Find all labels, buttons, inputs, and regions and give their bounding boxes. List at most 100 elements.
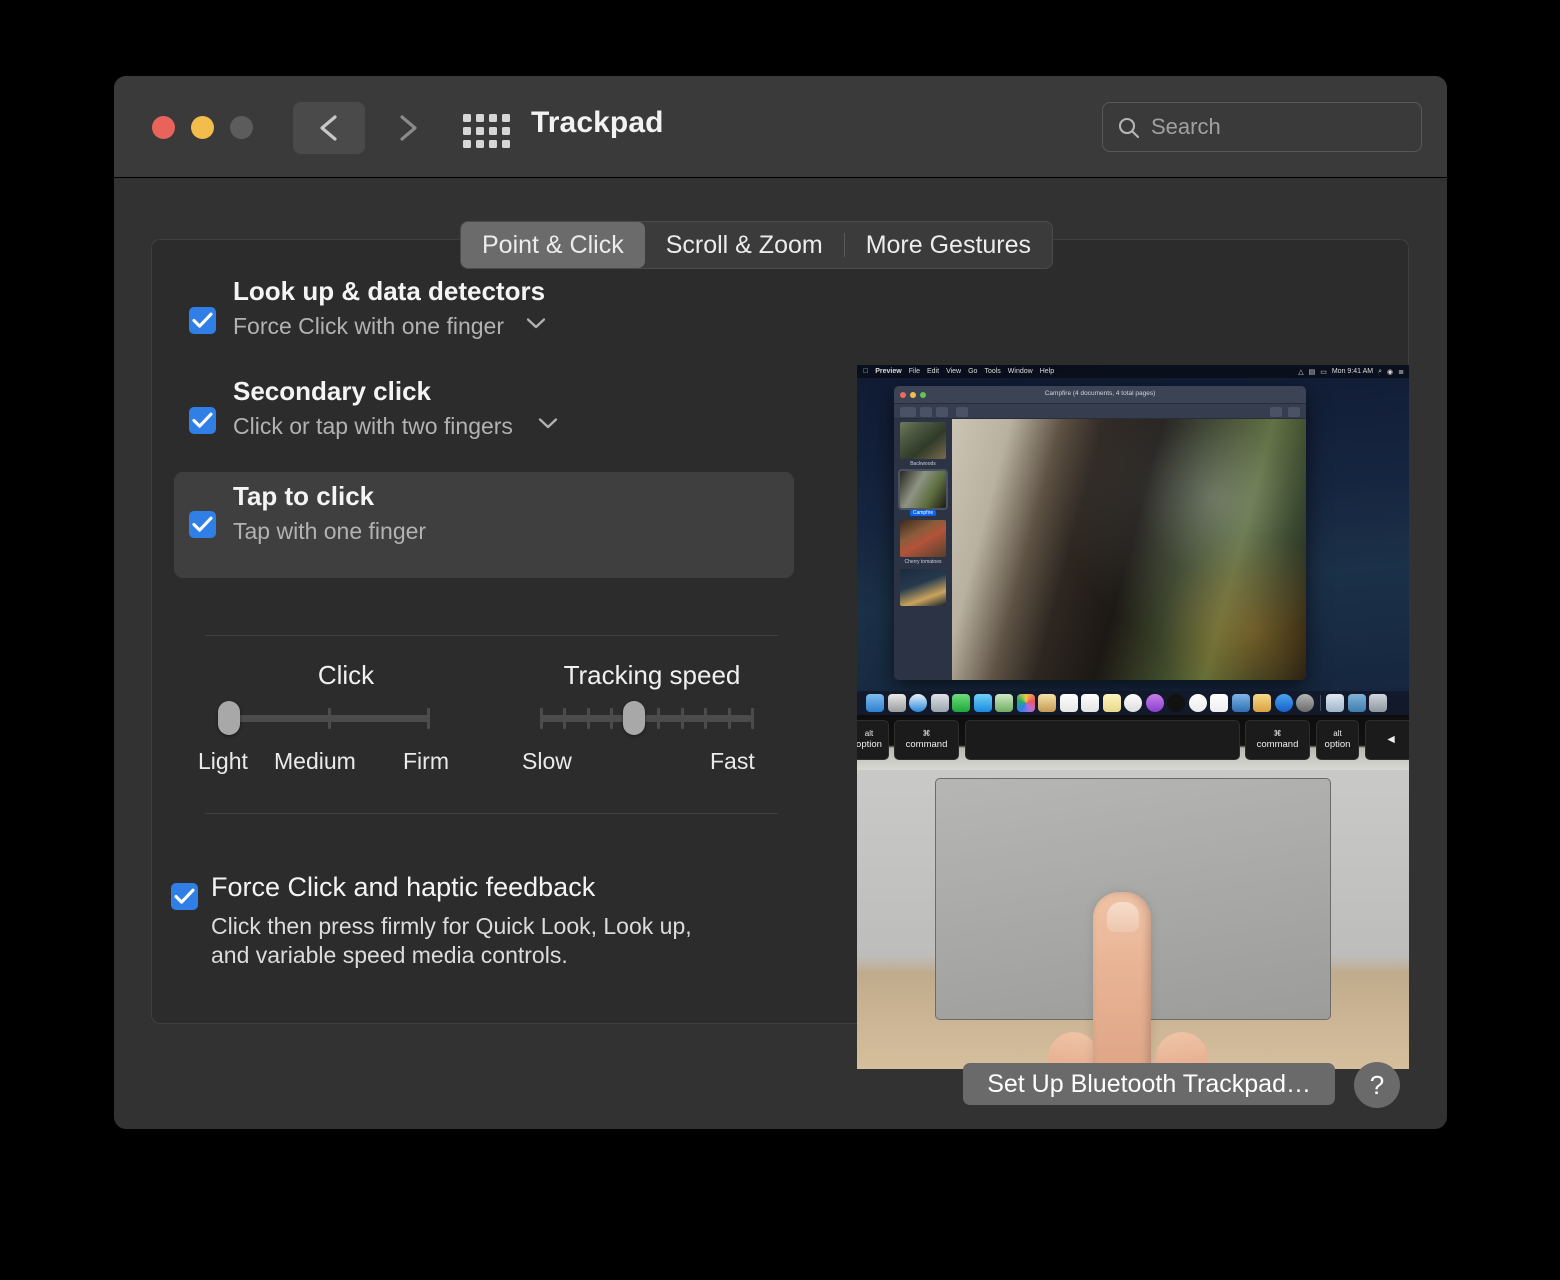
preview-app-body: Backwoods Campfire Cherry tomatoes: [894, 419, 1306, 680]
chevron-down-icon-look-up[interactable]: [525, 316, 547, 335]
back-button[interactable]: [293, 102, 365, 154]
page-title: Trackpad: [531, 106, 664, 139]
zoom-out-icon: [920, 406, 932, 417]
menu-window: Window: [1002, 368, 1033, 375]
thumbnail-caption: Backwoods: [910, 461, 936, 467]
preview-screen:  Preview File Edit View Go Tools Window…: [857, 365, 1409, 715]
preview-app-titlebar: Campfire (4 documents, 4 total pages): [894, 386, 1306, 404]
close-button[interactable]: [152, 116, 175, 139]
key-bottom-label: option: [1324, 739, 1351, 751]
tab-more-gestures[interactable]: More Gestures: [845, 222, 1052, 268]
safari-icon: [909, 694, 927, 712]
slider-label-fast: Fast: [710, 748, 755, 774]
appletv-icon: [1167, 694, 1185, 712]
podcasts-icon: [1145, 694, 1164, 712]
menu-view: View: [940, 368, 961, 375]
search-icon: [1288, 406, 1300, 417]
search-icon: [1118, 117, 1140, 139]
zoom-in-icon: [936, 406, 948, 417]
apple-menu-icon: : [863, 368, 868, 375]
downloads-folder-icon: [1347, 694, 1366, 712]
option-row-secondary-click[interactable]: Secondary click Click or tap with two fi…: [174, 376, 794, 462]
grid-view-icon[interactable]: [463, 114, 510, 148]
force-click-title: Force Click and haptic feedback: [211, 872, 596, 902]
preview-menubar:  Preview File Edit View Go Tools Window…: [857, 365, 1409, 378]
slider-label-medium: Medium: [274, 748, 356, 774]
key-top-label: ⌘: [1273, 728, 1282, 738]
battery-icon: ▭: [1320, 368, 1327, 376]
news-icon: [1188, 694, 1207, 712]
slider-thumb-tracking-speed[interactable]: [623, 701, 645, 735]
key-arrow-left: ◀: [1365, 720, 1409, 760]
slider-tick: [427, 708, 430, 729]
check-icon: [174, 888, 195, 904]
thumbnail-campfire: [898, 469, 948, 510]
key-bottom-label: command: [905, 739, 948, 751]
minimize-button[interactable]: [191, 116, 214, 139]
thumbnail-caption: Campfire: [909, 510, 937, 516]
slider-block-click: Click Light Medium Firm: [198, 660, 486, 800]
menu-help: Help: [1034, 368, 1054, 375]
slider-tick: [587, 708, 590, 729]
set-up-bluetooth-trackpad-button[interactable]: Set Up Bluetooth Trackpad…: [963, 1063, 1335, 1105]
numbers-icon: [1210, 694, 1228, 712]
key-bottom-label: option: [857, 739, 882, 751]
chevron-down-icon-secondary-click[interactable]: [537, 416, 559, 435]
preview-thumbnail-item: [897, 569, 949, 608]
option-subtitle-secondary-click: Click or tap with two fingers: [233, 413, 513, 439]
markup-icon: [1270, 406, 1282, 417]
menu-edit: Edit: [921, 368, 939, 375]
tab-point-and-click[interactable]: Point & Click: [461, 222, 645, 268]
preview-thumbnail-item: Cherry tomatoes: [897, 520, 949, 565]
slider-track-click[interactable]: [218, 701, 430, 735]
help-button[interactable]: ?: [1354, 1062, 1400, 1108]
tab-scroll-and-zoom[interactable]: Scroll & Zoom: [645, 222, 844, 268]
slider-block-tracking-speed: Tracking speed Slow Fast: [512, 660, 792, 800]
slider-tick: [657, 708, 660, 729]
zoom-button[interactable]: [230, 116, 253, 139]
system-preferences-icon: [1296, 694, 1314, 712]
appstore-icon: [1274, 694, 1293, 712]
checkbox-tap-to-click[interactable]: [189, 511, 216, 538]
search-input[interactable]: [1151, 103, 1413, 151]
checkbox-secondary-click[interactable]: [189, 407, 216, 434]
key-bottom-label: command: [1256, 739, 1299, 751]
divider-top: [205, 635, 778, 636]
music-icon: [1124, 694, 1142, 712]
option-row-tap-to-click[interactable]: Tap to click Tap with one finger: [174, 472, 794, 578]
preview-dock: [857, 691, 1409, 715]
slider-thumb-click[interactable]: [218, 701, 240, 735]
preview-icon: [1326, 694, 1344, 712]
forward-button[interactable]: [372, 102, 444, 154]
chevron-right-icon: [400, 115, 417, 141]
thumbnail-cherry-tomatoes: [900, 520, 946, 557]
photos-icon: [1016, 694, 1035, 712]
slider-label-firm: Firm: [403, 748, 449, 774]
contacts-icon: [930, 694, 949, 712]
checkbox-force-click[interactable]: [171, 883, 198, 910]
maps-icon: [995, 694, 1013, 712]
pages-icon: [1253, 694, 1271, 712]
key-top-label: alt: [1333, 728, 1342, 738]
search-field[interactable]: [1102, 102, 1422, 152]
slider-track-tracking-speed[interactable]: [540, 701, 754, 735]
force-click-description-line1: Click then press firmly for Quick Look, …: [211, 913, 692, 939]
option-row-look-up[interactable]: Look up & data detectors Force Click wit…: [174, 276, 794, 362]
fingernail: [1107, 902, 1139, 932]
finder-icon: [866, 694, 884, 712]
slider-tick: [563, 708, 566, 729]
option-title-secondary-click: Secondary click: [233, 376, 431, 406]
checkbox-look-up[interactable]: [189, 307, 216, 334]
check-icon: [192, 312, 213, 328]
option-subtitle-look-up: Force Click with one finger: [233, 313, 504, 339]
launchpad-icon: [887, 694, 906, 712]
key-top-label: alt: [864, 728, 874, 738]
notes-icon: [1038, 694, 1056, 712]
settings-panel: Look up & data detectors Force Click wit…: [151, 239, 1409, 1069]
preview-app-window-title: Campfire (4 documents, 4 total pages): [1044, 390, 1156, 397]
siri-icon: ◉: [1387, 368, 1394, 376]
preview-thumbnail-sidebar: Backwoods Campfire Cherry tomatoes: [894, 419, 952, 680]
key-option-right: alt option: [1316, 720, 1359, 760]
key-command-left: ⌘ command: [894, 720, 959, 760]
share-icon: [956, 406, 968, 417]
